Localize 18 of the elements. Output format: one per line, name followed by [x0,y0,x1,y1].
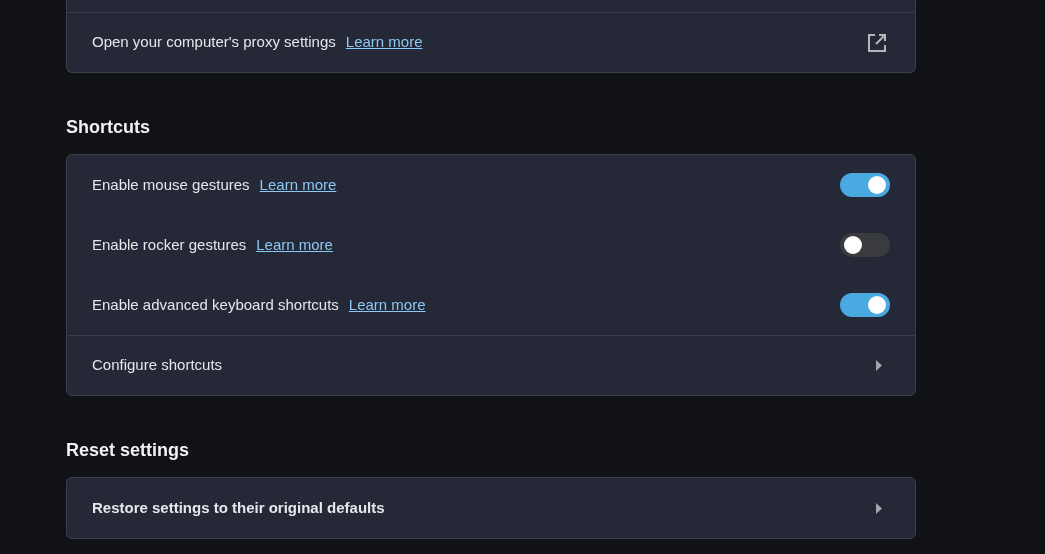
toggle-switch[interactable] [840,233,890,257]
learn-more-link[interactable]: Learn more [348,293,426,317]
setting-label: Enable rocker gestures [92,234,247,255]
setting-label: Open your computer's proxy settings [92,32,336,53]
section-heading: Shortcuts [66,116,151,139]
setting-label: Enable mouse gestures [92,174,250,195]
section-heading: Reset settings [66,439,191,462]
chevron-right-icon[interactable] [876,360,882,371]
learn-more-link[interactable]: Learn more [345,31,423,54]
toggle-switch[interactable] [840,173,890,197]
setting-label: Restore settings to their original defaults [92,497,385,518]
setting-label: Enable advanced keyboard shortcuts [92,294,339,315]
toggle-switch[interactable] [840,293,890,317]
setting-label: Configure shortcuts [92,355,223,376]
learn-more-link[interactable]: Learn more [259,173,337,197]
chevron-right-icon[interactable] [876,502,882,514]
learn-more-link[interactable]: Learn more [256,233,333,257]
external-link-icon[interactable] [866,31,888,54]
